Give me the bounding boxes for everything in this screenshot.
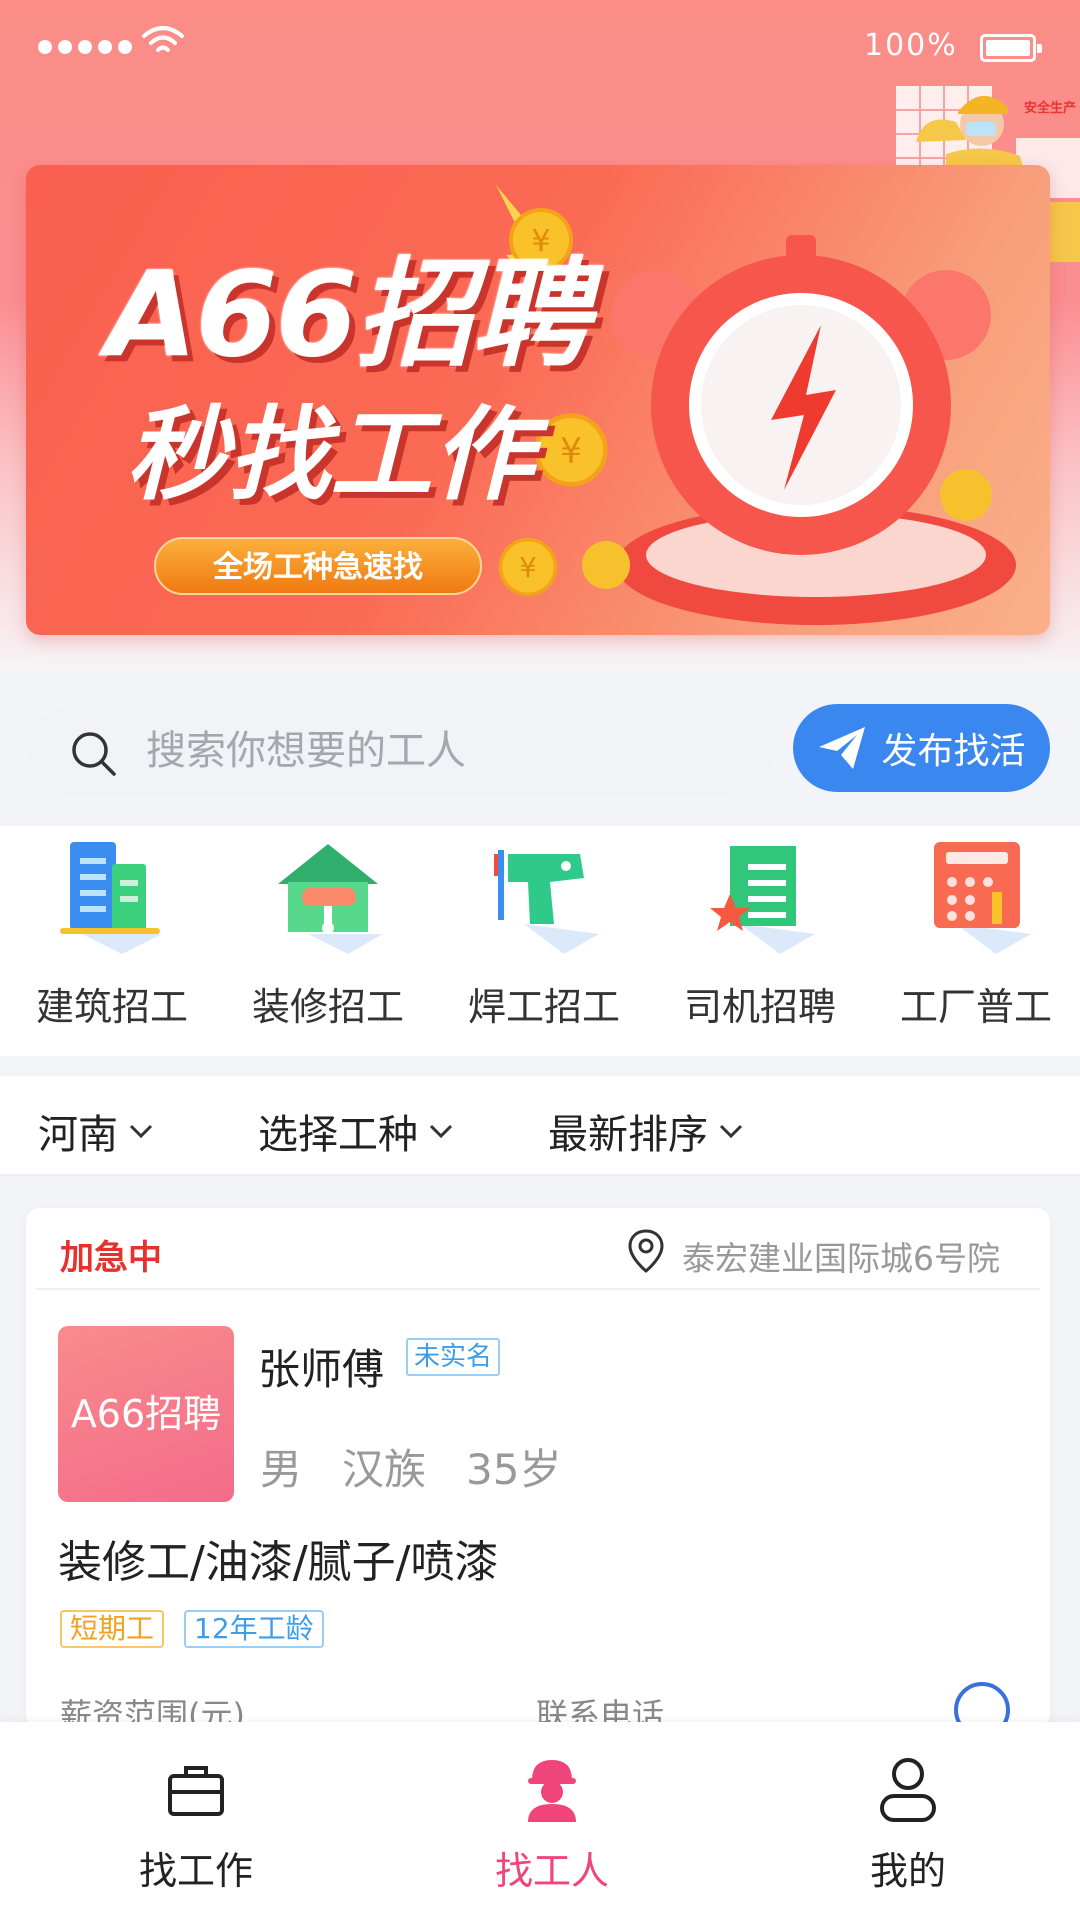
nav-label: 找工作 [138,1849,253,1893]
tag-experience: 12年工龄 [184,1610,324,1648]
category-label: 装修招工 [251,985,404,1029]
chevron-down-icon [719,1124,743,1139]
worker-ethnicity: 汉族 [342,1445,427,1494]
document-star-icon [710,846,815,954]
job-title: 装修工/油漆/腻子/喷漆 [58,1537,499,1588]
user-icon [880,1758,936,1822]
building-icon [60,842,162,954]
category-label: 焊工招工 [467,985,620,1029]
filter-region[interactable]: 河南 [38,1102,154,1160]
category-construction[interactable]: 建筑招工 [4,826,220,1056]
filter-bar: 河南 选择工种 最新排序 [0,1076,1080,1176]
wifi-icon [142,26,184,52]
verification-badge: 未实名 [406,1338,501,1376]
drill-icon [494,850,599,954]
briefcase-icon [168,1766,224,1816]
banner-subtitle: 秒找工作 [126,396,534,515]
worker-age: 35岁 [466,1445,562,1494]
chevron-down-icon [129,1124,153,1139]
nav-label: 找工人 [494,1849,609,1893]
worker-card[interactable]: 加急中 泰宏建业国际城6号院 A66招聘 张师傅 未实名 男 汉族 35岁 装修… [26,1208,1050,1738]
search-input[interactable]: 搜索你想要的工人 [26,704,772,798]
section-spacer [0,1056,1080,1070]
house-renovation-icon [278,844,383,954]
category-label: 工厂普工 [899,985,1052,1029]
deco-sign-text: 安全生产 [1024,100,1076,116]
coin-decoration: ¥ [498,537,558,597]
svg-text:¥: ¥ [560,432,582,472]
promo-banner[interactable]: ¥ ¥ ¥ A66招聘 秒找工作 全场工种急速找 [26,165,1050,635]
filter-label: 河南 [38,1112,118,1158]
post-job-button[interactable]: 发布找活 [793,704,1050,792]
category-driver[interactable]: 司机招聘 [652,826,868,1056]
nav-find-worker[interactable]: 找工人 [372,1722,732,1920]
calculator-tools-icon [934,842,1031,954]
paper-plane-icon [819,727,866,769]
search-icon [72,732,116,776]
worker-gender: 男 [260,1445,303,1494]
urgent-status: 加急中 [60,1238,162,1278]
coin-decoration: ¥ [534,413,608,487]
filter-sort[interactable]: 最新排序 [548,1102,744,1160]
chevron-down-icon [429,1124,453,1139]
bottom-nav: 找工作 找工人 我的 [0,1722,1080,1920]
tag-short-term: 短期工 [60,1610,165,1648]
category-grid: 建筑招工 装修招工 焊工招工 司机招聘 工厂普工 [0,826,1080,1056]
location-pin-icon [628,1229,664,1273]
category-welding[interactable]: 焊工招工 [436,826,652,1056]
battery-icon [980,34,1042,62]
filter-label: 选择工种 [258,1112,418,1158]
avatar: A66招聘 [58,1326,234,1502]
category-label: 司机招聘 [683,985,836,1029]
battery-percentage: 100% [864,28,958,63]
worker-name: 张师傅 [258,1345,385,1394]
banner-title: A66招聘 [106,245,590,383]
filter-job-type[interactable]: 选择工种 [258,1102,454,1160]
svg-text:¥: ¥ [519,553,536,584]
category-renovation[interactable]: 装修招工 [220,826,436,1056]
category-factory[interactable]: 工厂普工 [868,826,1080,1056]
nav-label: 我的 [869,1849,946,1893]
banner-pill-button[interactable]: 全场工种急速找 [154,537,482,595]
divider [36,1288,1040,1290]
nav-profile[interactable]: 我的 [728,1722,1080,1920]
alarm-clock-illustration [582,235,1016,625]
worker-icon [528,1760,576,1822]
search-placeholder: 搜索你想要的工人 [146,728,466,774]
post-job-label: 发布找活 [881,731,1026,772]
location-text: 泰宏建业国际城6号院 [682,1239,1000,1278]
category-label: 建筑招工 [35,985,188,1029]
nav-find-job[interactable]: 找工作 [16,1722,376,1920]
filter-label: 最新排序 [548,1112,708,1158]
signal-icon [38,40,132,54]
